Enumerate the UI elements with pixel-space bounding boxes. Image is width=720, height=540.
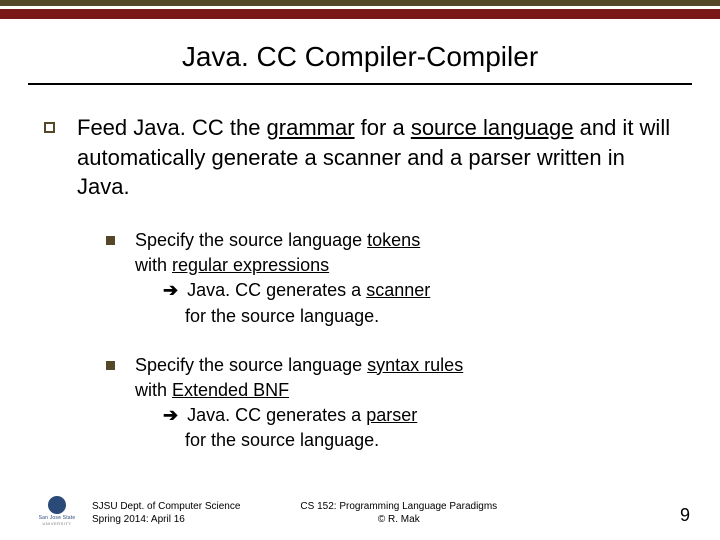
bullet-level1: Feed Java. CC the grammar for a source l… (44, 113, 676, 202)
outline-square-bullet-icon (44, 122, 55, 133)
arrow-icon: ➔ (163, 405, 178, 425)
sjsu-logo: San Jose State UNIVERSITY (30, 496, 84, 526)
filled-square-bullet-icon (106, 361, 115, 370)
bullet-level2: Specify the source language tokens with … (106, 228, 676, 329)
slide-footer: San Jose State UNIVERSITY SJSU Dept. of … (0, 496, 720, 526)
arrow-icon: ➔ (163, 280, 178, 300)
bullet-level2: Specify the source language syntax rules… (106, 353, 676, 454)
filled-square-bullet-icon (106, 236, 115, 245)
page-number: 9 (680, 505, 690, 526)
logo-disc-icon (48, 496, 66, 514)
decorative-top-bars (0, 0, 720, 19)
level1-text: Feed Java. CC the grammar for a source l… (77, 113, 676, 202)
footer-left: SJSU Dept. of Computer Science Spring 20… (92, 500, 240, 526)
slide-title: Java. CC Compiler-Compiler (182, 41, 538, 79)
level2-text-1: Specify the source language tokens with … (135, 228, 676, 329)
level2-text-2: Specify the source language syntax rules… (135, 353, 676, 454)
footer-center: CS 152: Programming Language Paradigms ©… (300, 500, 497, 526)
